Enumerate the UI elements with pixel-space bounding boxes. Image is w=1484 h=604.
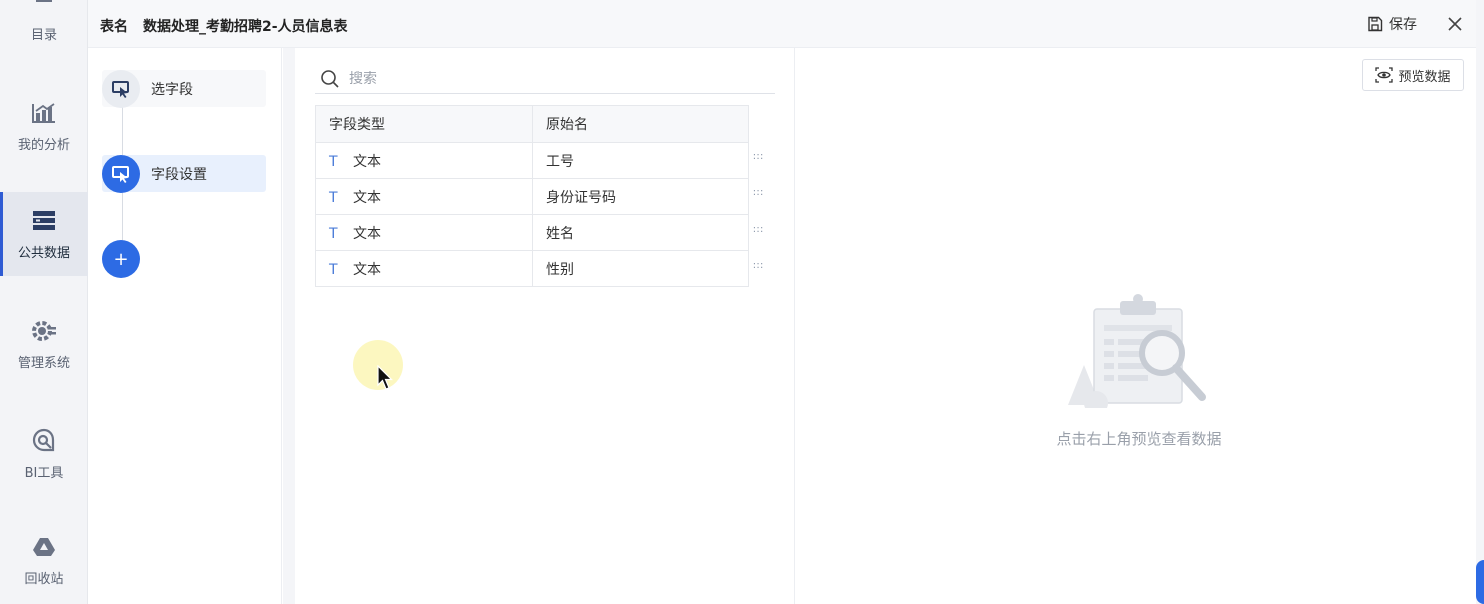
field-type: 文本 <box>353 225 381 242</box>
field-name-cell[interactable]: 性别 <box>532 250 749 287</box>
field-type-cell[interactable]: T 文本 <box>315 250 533 287</box>
nav-label: 公共数据 <box>17 245 70 261</box>
catalog-icon <box>31 0 57 16</box>
field-type: 文本 <box>353 189 381 206</box>
nav-label: BI工具 <box>24 465 64 481</box>
close-icon[interactable] <box>1446 15 1466 35</box>
add-step-button[interactable]: + <box>102 240 140 278</box>
step-select-fields[interactable]: 选字段 <box>102 69 266 108</box>
preview-button-label: 预览数据 <box>1398 69 1451 85</box>
text-type-icon: T <box>329 261 338 278</box>
search-icon <box>321 69 339 88</box>
table-name-label: 表名 <box>100 19 128 35</box>
field-name-cell[interactable]: 工号 <box>532 142 749 179</box>
divider <box>283 48 295 604</box>
field-type: 文本 <box>353 261 381 278</box>
preview-data-button[interactable]: 预览数据 <box>1362 59 1464 91</box>
drag-handle-icon[interactable]: ∶∶∶ <box>753 153 771 167</box>
step-field-settings[interactable]: 字段设置 <box>102 154 266 193</box>
table-row[interactable]: T 文本 性别 <box>315 250 749 287</box>
save-button[interactable]: 保存 <box>1367 14 1417 34</box>
fields-panel: 字段类型 原始名 T文本 工号 T文本 身份证号码 T文本 姓名 T文本 性别 … <box>295 48 795 604</box>
nav-label: 目录 <box>30 27 57 43</box>
step-label: 选字段 <box>151 81 193 98</box>
nav-label: 回收站 <box>24 571 64 587</box>
table-row[interactable]: T 文本 工号 <box>315 142 749 179</box>
nav-item-my-analysis[interactable]: 我的分析 <box>0 84 88 168</box>
step-pointer-icon <box>102 154 140 193</box>
nav-label: 管理系统 <box>17 355 70 371</box>
table-header-row: 字段类型 原始名 <box>315 105 749 143</box>
drag-handle-icon[interactable]: ∶∶∶ <box>753 262 771 276</box>
public-data-icon <box>31 208 57 234</box>
settings-icon <box>31 318 57 344</box>
left-nav: 目录 我的分析 公共数据 管理系统 BI工具 回收站 <box>0 0 88 604</box>
search-input[interactable] <box>349 70 749 87</box>
field-type-cell[interactable]: T 文本 <box>315 214 533 251</box>
empty-state-text: 点击右上角预览查看数据 <box>1056 430 1222 448</box>
save-label: 保存 <box>1389 17 1417 33</box>
drag-handle-icon[interactable]: ∶∶∶ <box>753 189 771 203</box>
empty-clipboard-search-icon <box>1068 294 1206 408</box>
floating-assistant-button[interactable] <box>1476 560 1484 604</box>
nav-item-bi-tools[interactable]: BI工具 <box>0 412 88 496</box>
header-bar: 表名 数据处理_考勤招聘2-人员信息表 保存 <box>88 0 1484 48</box>
field-name-cell[interactable]: 身份证号码 <box>532 178 749 215</box>
preview-eye-icon <box>1375 67 1394 83</box>
nav-label: 我的分析 <box>17 137 70 153</box>
text-type-icon: T <box>329 225 338 242</box>
table-row[interactable]: T 文本 身份证号码 <box>315 178 749 215</box>
column-header-name: 原始名 <box>532 105 749 143</box>
save-icon <box>1368 16 1383 32</box>
field-type-cell[interactable]: T 文本 <box>315 178 533 215</box>
drag-handle-icon[interactable]: ∶∶∶ <box>753 226 771 240</box>
bi-tool-icon <box>31 428 57 454</box>
step-label: 字段设置 <box>151 166 207 183</box>
field-type: 文本 <box>353 153 381 170</box>
field-name-cell[interactable]: 姓名 <box>532 214 749 251</box>
field-type-cell[interactable]: T 文本 <box>315 142 533 179</box>
table-row[interactable]: T 文本 姓名 <box>315 214 749 251</box>
text-type-icon: T <box>329 189 338 206</box>
recycle-bin-icon <box>31 534 57 560</box>
right-edge <box>1476 0 1484 604</box>
mouse-cursor-icon <box>377 365 393 390</box>
analysis-icon <box>31 100 57 126</box>
preview-panel: 预览数据 点击右上角预览查看数据 <box>796 48 1476 604</box>
table-name-value[interactable]: 数据处理_考勤招聘2-人员信息表 <box>143 16 348 36</box>
step-pointer-icon <box>102 69 140 108</box>
nav-item-public-data[interactable]: 公共数据 <box>0 192 88 276</box>
search-bar <box>315 64 775 94</box>
text-type-icon: T <box>329 153 338 170</box>
nav-item-catalog[interactable]: 目录 <box>0 0 88 58</box>
column-header-type: 字段类型 <box>315 105 533 143</box>
fields-table: 字段类型 原始名 T 文本 工号 T 文本 身份证号码 T 文本 姓名 T 文本 性别 <box>315 105 749 287</box>
nav-item-management[interactable]: 管理系统 <box>0 302 88 386</box>
steps-panel: 选字段 字段设置 + <box>88 48 282 604</box>
nav-item-recycle-bin[interactable]: 回收站 <box>0 518 88 602</box>
